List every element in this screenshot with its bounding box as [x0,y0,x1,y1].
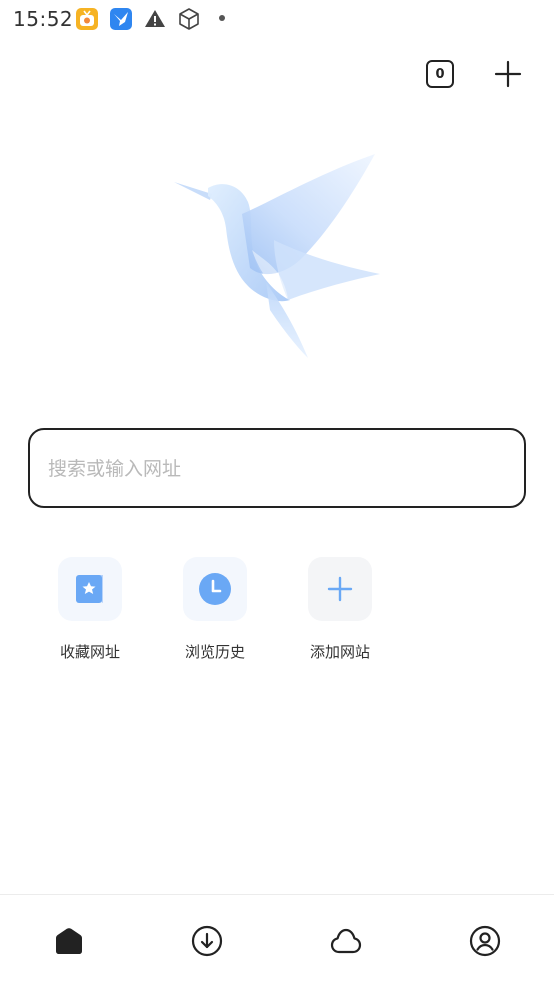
profile-icon [469,925,501,957]
new-tab-button[interactable] [494,60,522,88]
tab-count-button[interactable]: 0 [426,60,454,88]
download-icon [191,925,223,957]
search-input[interactable] [46,430,510,508]
shortcut-label: 添加网站 [309,643,370,661]
shortcut-bookmarks[interactable]: 收藏网址 [40,557,140,662]
history-clock-icon [183,557,247,621]
cloud-icon [330,928,362,954]
add-plus-icon [308,557,372,621]
status-bar: 15:52 [0,0,554,38]
shortcut-add-site[interactable]: 添加网站 [290,557,390,662]
shortcut-label: 浏览历史 [184,643,245,661]
plus-icon [494,60,522,88]
nav-cloud[interactable] [330,925,362,957]
nav-downloads[interactable] [191,925,223,957]
nav-profile[interactable] [469,925,501,957]
warning-icon [143,7,167,31]
shortcut-label: 收藏网址 [59,643,120,661]
nav-home[interactable] [53,925,85,957]
shortcut-history[interactable]: 浏览历史 [165,557,265,662]
bottom-nav [0,894,554,986]
status-time: 15:52 [13,7,74,31]
dot-icon [219,15,225,21]
hummingbird-logo [170,150,385,362]
tv-app-icon [75,7,99,31]
search-box[interactable] [28,428,526,508]
cube-icon [177,7,201,31]
bookmark-star-icon [58,557,122,621]
home-icon [56,928,82,954]
tab-count-value: 0 [435,66,445,82]
bird-app-icon [109,7,133,31]
